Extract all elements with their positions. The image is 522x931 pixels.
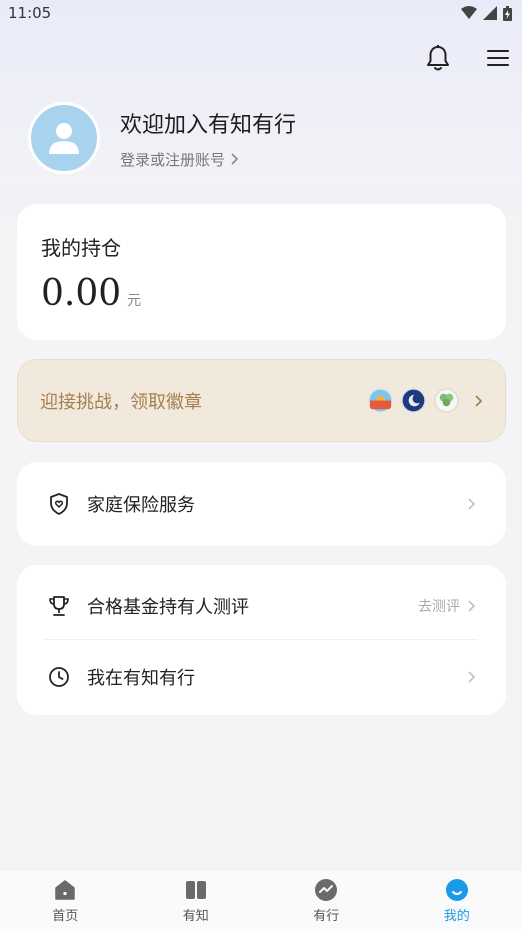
bell-icon: [427, 45, 449, 71]
insurance-service-item[interactable]: 家庭保险服务: [17, 462, 506, 546]
tab-action-label: 有行: [313, 908, 340, 924]
chevron-right-icon: [475, 394, 483, 407]
notification-button[interactable]: [424, 44, 452, 72]
trend-icon: [315, 878, 338, 901]
insurance-label: 家庭保险服务: [87, 495, 195, 516]
chevron-right-icon: [464, 670, 478, 684]
bottom-tab-bar: 首页 有知 有行 我的: [0, 869, 522, 931]
welcome-title: 欢迎加入有知有行: [120, 112, 297, 138]
tab-home[interactable]: 首页: [25, 878, 105, 924]
sunrise-badge-icon: [368, 388, 393, 413]
status-time: 11:05: [8, 4, 52, 22]
holdings-title: 我的持仓: [41, 236, 121, 260]
status-icons: [461, 5, 512, 21]
badge-list: [368, 388, 459, 413]
login-link-label: 登录或注册账号: [120, 150, 226, 169]
status-bar: 11:05: [0, 0, 522, 26]
chevron-right-icon: [231, 153, 239, 165]
clover-badge-icon: [434, 388, 459, 413]
tab-action[interactable]: 有行: [286, 878, 366, 924]
chevron-right-icon: [464, 599, 478, 613]
fund-eval-action: 去测评: [418, 599, 460, 615]
wifi-icon: [461, 6, 477, 19]
user-icon: [49, 123, 79, 154]
profile-header: 欢迎加入有知有行 登录或注册账号: [28, 102, 296, 174]
holdings-amount: 0.00: [41, 273, 122, 314]
challenge-banner[interactable]: 迎接挑战，领取徽章: [17, 359, 506, 442]
challenge-text: 迎接挑战，领取徽章: [40, 391, 202, 413]
menu-group-card: 合格基金持有人测评 去测评 我在有知有行: [17, 565, 506, 715]
top-actions: [424, 44, 512, 72]
moon-badge-icon: [401, 388, 426, 413]
clock-icon: [47, 665, 71, 689]
tab-knowledge-label: 有知: [182, 908, 209, 924]
signal-icon: [483, 6, 497, 20]
holdings-card[interactable]: 我的持仓 0.00 元: [17, 204, 506, 340]
home-icon: [55, 879, 75, 900]
battery-icon: [503, 5, 512, 21]
holdings-unit: 元: [127, 293, 142, 309]
login-link[interactable]: 登录或注册账号: [120, 149, 296, 170]
history-label: 我在有知有行: [87, 668, 195, 689]
history-item[interactable]: 我在有知有行: [17, 640, 506, 714]
shield-heart-icon: [47, 492, 71, 516]
trophy-icon: [47, 594, 71, 618]
tab-knowledge[interactable]: 有知: [156, 878, 236, 924]
tab-home-label: 首页: [52, 908, 79, 924]
book-icon: [185, 880, 206, 899]
avatar[interactable]: [28, 102, 100, 174]
smile-icon: [445, 878, 468, 901]
tab-mine-label: 我的: [443, 908, 470, 924]
chevron-right-icon: [464, 497, 478, 511]
fund-eval-label: 合格基金持有人测评: [87, 597, 249, 618]
fund-eval-item[interactable]: 合格基金持有人测评 去测评: [17, 569, 506, 643]
tab-mine[interactable]: 我的: [417, 878, 497, 924]
hamburger-icon: [487, 50, 509, 66]
menu-button[interactable]: [484, 44, 512, 72]
